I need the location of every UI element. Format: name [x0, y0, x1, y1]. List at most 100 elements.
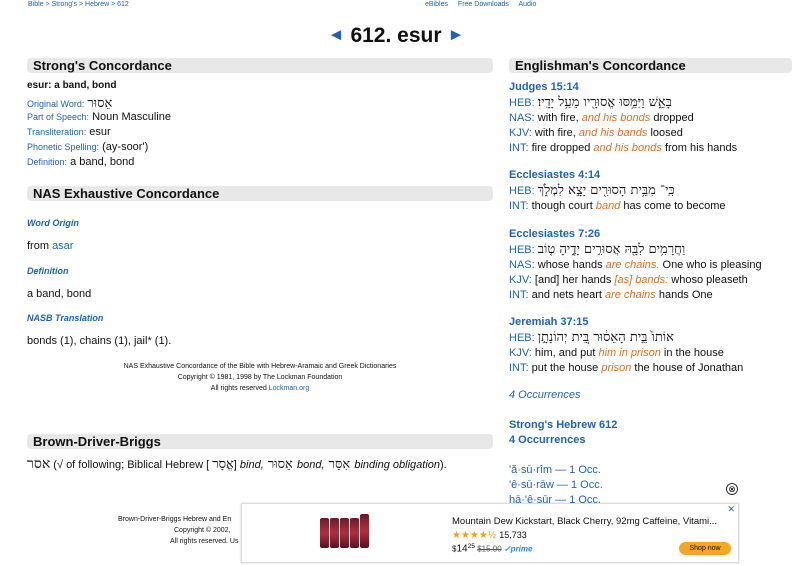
text: hands One: [655, 289, 713, 301]
phonetic-row: Phonetic Spelling: (ay-soor'): [27, 141, 148, 153]
part-of-speech-row: Part of Speech: Noun Masculine: [27, 111, 171, 123]
label: Transliteration:: [27, 127, 87, 137]
ad-choices-icon[interactable]: ✕: [727, 504, 735, 515]
int-label: INT:: [509, 362, 529, 374]
price-fraction: 25: [467, 543, 475, 550]
price-whole: 14: [456, 543, 468, 555]
text: put the house: [531, 362, 602, 374]
breadcrumb-hebrew[interactable]: Hebrew: [85, 1, 109, 8]
occurrences-link[interactable]: 4 Occurrences: [509, 389, 581, 401]
kjv-label: KJV:: [509, 127, 532, 139]
kjv-line: KJV: [and] her hands [as] bands: whoso p…: [509, 273, 762, 288]
ad-close-icon[interactable]: ⊗: [726, 483, 738, 495]
int-label: INT:: [509, 289, 529, 301]
occurrences-count: 4 Occurrences: [509, 434, 586, 446]
highlight: band: [595, 200, 621, 212]
copyright-line: Copyright © 1981, 1998 by The Lockman Fo…: [177, 374, 343, 381]
value: a band, bond: [70, 156, 135, 168]
verse-ref-link[interactable]: Jeremiah 37:15: [509, 315, 743, 330]
next-arrow-icon[interactable]: ►: [448, 25, 465, 44]
transliteration-link[interactable]: 'ê·sū·rāw — 1 Occ.: [509, 478, 603, 493]
highlight: prison: [601, 362, 632, 374]
heb-label: HEB:: [509, 97, 535, 109]
ad-product-title[interactable]: Mountain Dew Kickstart, Black Cherry, 92…: [452, 516, 717, 527]
nasb-translation-label: NASB Translation: [27, 313, 104, 323]
bdb-heb: אֱסָר: [212, 457, 234, 472]
text: though court: [531, 200, 596, 212]
int-label: INT:: [509, 200, 529, 212]
free-downloads-link[interactable]: Free Downloads: [458, 1, 509, 8]
heb-label: HEB:: [509, 185, 535, 197]
bdb-section-header: Brown-Driver-Briggs: [27, 434, 493, 449]
transliteration-link[interactable]: 'ă·sū·rîm — 1 Occ.: [509, 463, 603, 478]
copyright-line: All rights reserved Lockman.org: [27, 383, 493, 394]
label: Part of Speech:: [27, 112, 90, 122]
review-count: 15,733: [499, 530, 527, 540]
can-shape: [320, 518, 329, 548]
verse-ref-link[interactable]: Ecclesiastes 4:14: [509, 168, 726, 183]
ad-banner[interactable]: ✕ Mountain Dew Kickstart, Black Cherry, …: [241, 503, 739, 563]
from-text: from: [27, 240, 53, 252]
nas-label: NAS:: [509, 259, 535, 271]
breadcrumb-bible[interactable]: Bible: [28, 1, 44, 8]
breadcrumb-current: 612: [117, 1, 129, 8]
page-title: ◄ 612. esur ►: [0, 24, 792, 48]
kjv-line: KJV: with fire, and his bands loosed: [509, 126, 737, 141]
audio-link[interactable]: Audio: [518, 1, 536, 8]
highlight: [as] bands:: [614, 274, 669, 286]
lockman-link[interactable]: Lockman.org: [269, 385, 309, 392]
rating-stars-icon: ★★★★½ 15,733: [452, 530, 527, 541]
ebibles-link[interactable]: eBibles: [425, 1, 448, 8]
stars: ★★★★½: [452, 530, 497, 541]
heb-line: HEB: אוֹתוֹ֙ בֵּ֣ית הָאֵס֔וּר בֵּ֚ית יְה…: [509, 330, 743, 346]
label: Original Word:: [27, 99, 85, 109]
text: One who is pleasing: [659, 259, 762, 271]
label: Definition:: [27, 157, 68, 167]
highlight: and his bonds: [593, 142, 662, 154]
text: in the house: [660, 347, 724, 359]
int-line: INT: put the house prison the house of J…: [509, 361, 743, 376]
asar-link[interactable]: asar: [52, 240, 73, 252]
title-text: 612. esur: [350, 24, 442, 47]
bdb-entry: אסר (√ of following; Biblical Hebrew [ א…: [27, 456, 447, 473]
strongs-section-header: Strong's Concordance: [27, 58, 493, 73]
breadcrumb-sep: >: [77, 1, 86, 8]
text: with fire,: [534, 127, 579, 139]
ad-price: $1425 $15.00 ✓prime: [452, 543, 532, 555]
nas-definition-value: a band, bond: [27, 288, 92, 300]
bdb-text: ).: [440, 459, 447, 471]
int-label: INT:: [509, 142, 529, 154]
text: loosed: [647, 127, 683, 139]
verse-entry: Judges 15:14 HEB: בָּאֵ֑שׁ וַיִּמַּ֥סּוּ…: [509, 80, 737, 156]
word-origin-value: from asar: [27, 240, 73, 252]
bdb-heb: אֵסוּר: [263, 457, 297, 472]
text: whoso pleaseth: [668, 274, 748, 286]
text: whose hands: [537, 259, 606, 271]
text: him, and put: [534, 347, 599, 359]
copyright-line: NAS Exhaustive Concordance of the Bible …: [123, 363, 397, 370]
definition-row: Definition: a band, bond: [27, 156, 134, 168]
strongs-hebrew-link[interactable]: Strong's Hebrew 612: [509, 419, 617, 431]
breadcrumb-sep: >: [109, 1, 118, 8]
verse-ref-link[interactable]: Ecclesiastes 7:26: [509, 227, 762, 242]
old-price: $15.00: [477, 544, 502, 554]
breadcrumb-strongs[interactable]: Strong's: [52, 1, 77, 8]
int-line: INT: fire dropped and his bonds from his…: [509, 141, 737, 156]
highlight: are chains: [605, 289, 656, 301]
product-image[interactable]: [320, 512, 370, 552]
verse-ref-link[interactable]: Judges 15:14: [509, 80, 737, 95]
heb-label: HEB:: [509, 332, 535, 344]
verse-entry: Jeremiah 37:15 HEB: אוֹתוֹ֙ בֵּ֣ית הָאֵס…: [509, 315, 743, 376]
breadcrumb-sep: >: [43, 1, 52, 8]
bdb-gloss: bind,: [239, 459, 264, 471]
can-shape: [340, 518, 349, 548]
prev-arrow-icon[interactable]: ◄: [328, 25, 345, 44]
text: has come to become: [620, 200, 726, 212]
top-bar: Bible > Strong's > Hebrew > 612 eBibles …: [0, 0, 792, 12]
int-line: INT: and nets heart are chains hands One: [509, 288, 762, 303]
shop-now-button[interactable]: Shop now: [679, 542, 731, 555]
nas-copyright: NAS Exhaustive Concordance of the Bible …: [27, 361, 493, 394]
transliteration-list: 'ă·sū·rîm — 1 Occ. 'ê·sū·rāw — 1 Occ. hā…: [509, 463, 603, 508]
highlight: him in prison: [598, 347, 661, 359]
strongs-word-def: esur: a band, bond: [27, 80, 117, 91]
